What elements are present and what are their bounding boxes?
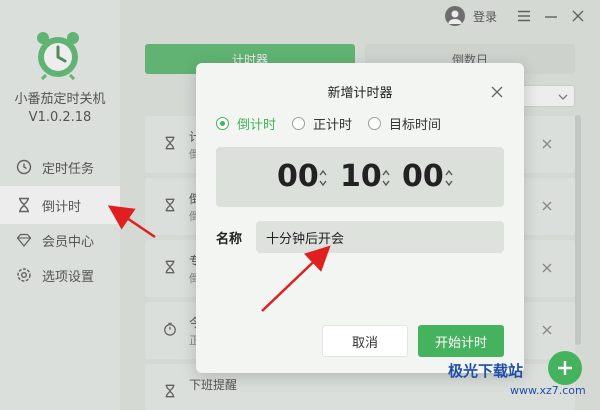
arrow-to-name-input [261, 245, 331, 312]
arrow-to-countdown [107, 205, 156, 239]
annotation-arrows [107, 205, 331, 312]
